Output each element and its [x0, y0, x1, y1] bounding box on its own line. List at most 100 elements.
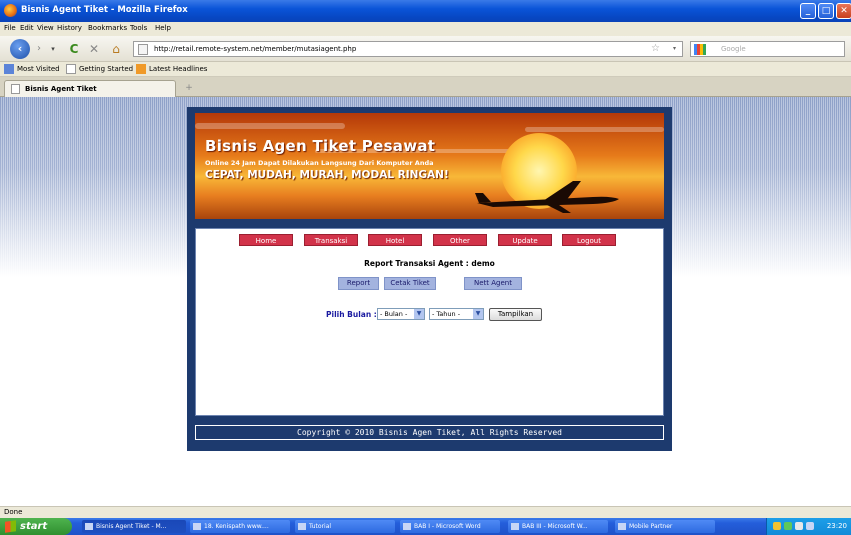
taskbar-item-firefox[interactable]: Bisnis Agent Tiket - M... — [82, 520, 186, 533]
history-dropdown-icon[interactable]: ▾ — [48, 40, 58, 58]
volume-icon[interactable] — [806, 522, 814, 530]
menu-edit[interactable]: Edit — [20, 24, 34, 32]
start-button[interactable]: start — [0, 518, 72, 535]
task-label: Tutorial — [309, 523, 332, 530]
status-text: Done — [4, 508, 23, 516]
menu-logout-button[interactable]: Logout — [562, 234, 616, 246]
menu-hotel-button[interactable]: Hotel — [368, 234, 422, 246]
taskbar-item-tutorial[interactable]: Tutorial — [295, 520, 395, 533]
tab-page-icon — [11, 84, 20, 94]
browser-icon — [193, 523, 201, 530]
cetak-tiket-button[interactable]: Cetak Tiket — [384, 277, 436, 290]
month-select-value: - Bulan - — [380, 310, 408, 318]
menu-history[interactable]: History — [57, 24, 82, 32]
menu-bookmarks[interactable]: Bookmarks — [88, 24, 127, 32]
mobile-partner-icon — [618, 523, 626, 530]
bookmark-most-visited[interactable]: Most Visited — [17, 65, 60, 73]
task-label: BAB III - Microsoft W... — [522, 523, 588, 530]
forward-button[interactable]: › — [31, 40, 47, 58]
address-bar[interactable]: http://retail.remote-system.net/member/m… — [133, 41, 683, 57]
clock: 23:20 — [826, 522, 847, 530]
url-dropdown-icon[interactable]: ▾ — [673, 45, 676, 52]
bookmark-star-icon[interactable]: ☆ — [651, 43, 660, 54]
maximize-button[interactable]: □ — [818, 3, 834, 19]
tab-bar: Bisnis Agent Tiket + — [0, 77, 851, 97]
task-label: Bisnis Agent Tiket - M... — [96, 523, 167, 530]
month-select[interactable]: - Bulan - ▼ — [377, 308, 425, 320]
banner-subtitle: Online 24 Jam Dapat Dilakukan Langsung D… — [205, 159, 434, 167]
banner-cloud — [195, 123, 345, 129]
menu-transaksi-button[interactable]: Transaksi — [304, 234, 358, 246]
close-button[interactable]: ✕ — [836, 3, 851, 19]
filter-label: Pilih Bulan : — [326, 310, 377, 319]
banner-tagline: CEPAT, MUDAH, MURAH, MODAL RINGAN! — [205, 169, 449, 181]
task-label: 18. Kenispath www.... — [204, 523, 269, 530]
report-button[interactable]: Report — [338, 277, 379, 290]
taskbar-item-mobile-partner[interactable]: Mobile Partner — [615, 520, 715, 533]
chevron-down-icon[interactable]: ▼ — [414, 309, 424, 319]
firefox-window: Bisnis Agent Tiket - Mozilla Firefox _ □… — [0, 0, 851, 535]
menu-bar: File Edit View History Bookmarks Tools H… — [0, 22, 851, 36]
rss-icon — [136, 64, 146, 74]
page-icon — [66, 64, 76, 74]
stop-icon[interactable]: ✕ — [86, 40, 102, 58]
back-button[interactable]: ‹ — [10, 39, 30, 59]
content-panel: Home Transaksi Hotel Other Update Logout… — [195, 228, 664, 416]
page-frame: Bisnis Agen Tiket Pesawat Online 24 Jam … — [187, 107, 672, 451]
menu-view[interactable]: View — [37, 24, 54, 32]
url-text[interactable]: http://retail.remote-system.net/member/m… — [154, 45, 356, 53]
google-icon[interactable] — [694, 44, 706, 55]
title-bar: Bisnis Agent Tiket - Mozilla Firefox _ □… — [0, 0, 851, 22]
most-visited-icon — [4, 64, 14, 74]
banner-title: Bisnis Agen Tiket Pesawat — [205, 137, 436, 155]
reload-icon[interactable]: C — [66, 40, 82, 58]
task-label: Mobile Partner — [629, 523, 673, 530]
menu-update-button[interactable]: Update — [498, 234, 552, 246]
tab-label: Bisnis Agent Tiket — [25, 85, 97, 93]
minimize-button[interactable]: _ — [800, 3, 816, 19]
menu-home-button[interactable]: Home — [239, 234, 293, 246]
window-title: Bisnis Agent Tiket - Mozilla Firefox — [21, 5, 188, 15]
chevron-down-icon[interactable]: ▼ — [473, 309, 483, 319]
system-tray: 23:20 — [766, 518, 851, 535]
windows-flag-icon — [5, 520, 16, 533]
tray-icon[interactable] — [784, 522, 792, 530]
navigation-toolbar: ‹ › ▾ C ✕ ⌂ http://retail.remote-system.… — [0, 36, 851, 62]
menu-other-button[interactable]: Other — [433, 234, 487, 246]
report-title: Report Transaksi Agent : demo — [364, 259, 495, 268]
nett-agent-button[interactable]: Nett Agent — [464, 277, 522, 290]
task-label: BAB I - Microsoft Word — [414, 523, 481, 530]
page-favicon-icon — [138, 44, 148, 55]
network-icon[interactable] — [795, 522, 803, 530]
bookmark-getting-started[interactable]: Getting Started — [79, 65, 133, 73]
firefox-logo-icon — [4, 4, 17, 17]
search-placeholder: Google — [721, 45, 746, 53]
tray-icon[interactable] — [773, 522, 781, 530]
windows-taskbar: start Bisnis Agent Tiket - M... 18. Keni… — [0, 518, 851, 535]
firefox-icon — [85, 523, 93, 530]
word-icon — [403, 523, 411, 530]
status-bar: Done — [0, 506, 851, 518]
taskbar-item-bab-i-word[interactable]: BAB I - Microsoft Word — [400, 520, 500, 533]
home-icon[interactable]: ⌂ — [108, 40, 124, 58]
year-select-value: - Tahun - — [432, 310, 461, 318]
menu-help[interactable]: Help — [155, 24, 171, 32]
word-icon — [511, 523, 519, 530]
bookmarks-toolbar: Most Visited Getting Started Latest Head… — [0, 62, 851, 77]
taskbar-item-kenispath[interactable]: 18. Kenispath www.... — [190, 520, 290, 533]
tampilkan-button[interactable]: Tampilkan — [489, 308, 542, 321]
start-label: start — [20, 521, 48, 532]
bookmark-latest-headlines[interactable]: Latest Headlines — [149, 65, 207, 73]
menu-tools[interactable]: Tools — [130, 24, 147, 32]
banner-cloud — [525, 127, 664, 132]
year-select[interactable]: - Tahun - ▼ — [429, 308, 484, 320]
new-tab-button[interactable]: + — [182, 82, 196, 94]
header-banner: Bisnis Agen Tiket Pesawat Online 24 Jam … — [195, 113, 664, 219]
search-bar[interactable]: Google — [690, 41, 845, 57]
menu-file[interactable]: File — [4, 24, 16, 32]
airplane-icon — [475, 181, 619, 213]
taskbar-item-bab-iii-word[interactable]: BAB III - Microsoft W... — [508, 520, 608, 533]
folder-icon — [298, 523, 306, 530]
footer-copyright: Copyright © 2010 Bisnis Agen Tiket, All … — [195, 425, 664, 440]
tab-bisnis-agent-tiket[interactable]: Bisnis Agent Tiket — [4, 80, 176, 97]
